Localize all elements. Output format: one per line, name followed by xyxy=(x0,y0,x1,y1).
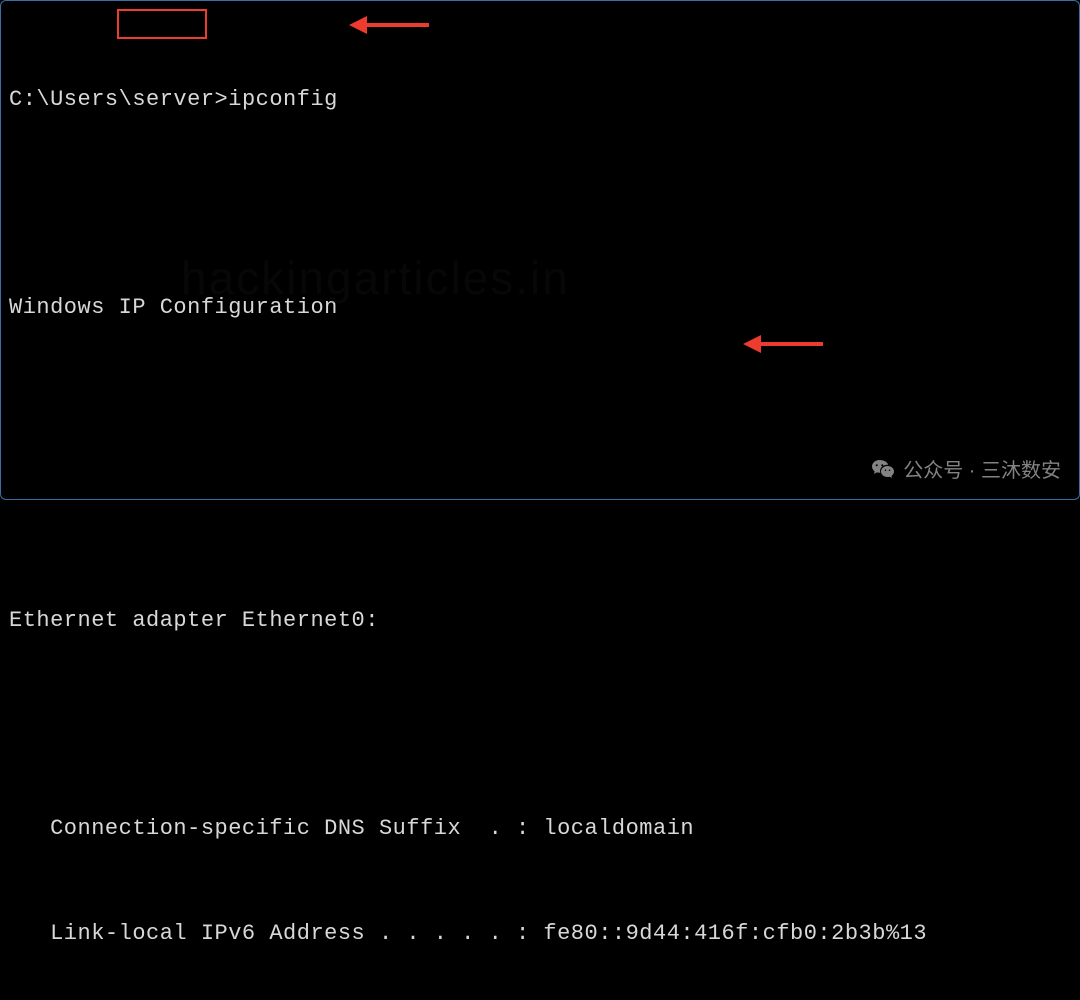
watermark: 公众号 · 三沐数安 xyxy=(871,454,1061,483)
watermark-text: 公众号 · 三沐数安 xyxy=(903,454,1061,483)
blank-line xyxy=(9,395,1071,430)
ipconfig-heading: Windows IP Configuration xyxy=(9,291,1071,326)
wechat-icon xyxy=(871,457,895,481)
blank-line xyxy=(9,500,1071,535)
command-text: ipconfig xyxy=(228,87,338,112)
ipv6-row: Link-local IPv6 Address . . . . . : fe80… xyxy=(9,917,1071,952)
prompt-path-prefix: C:\Users\ xyxy=(9,87,132,112)
prompt-suffix: > xyxy=(215,87,229,112)
prompt-line-1[interactable]: C:\Users\server>ipconfig xyxy=(9,83,1071,118)
adapter-heading: Ethernet adapter Ethernet0: xyxy=(9,604,1071,639)
blank-line xyxy=(9,708,1071,743)
dns-suffix-row: Connection-specific DNS Suffix . : local… xyxy=(9,812,1071,847)
blank-line xyxy=(9,187,1071,222)
terminal-output: C:\Users\server>ipconfig Windows IP Conf… xyxy=(1,1,1079,1000)
prompt-username: server xyxy=(132,87,214,112)
